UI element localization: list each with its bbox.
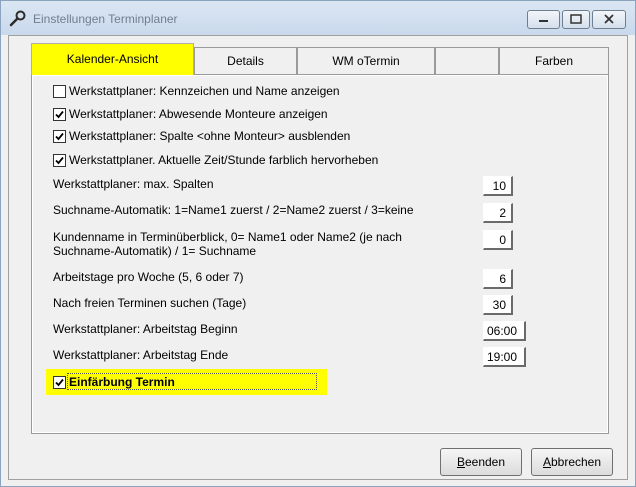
checkbox-row-abwesende[interactable]: Werkstattplaner: Abwesende Monteure anze… (53, 106, 328, 122)
window-title: Einstellungen Terminplaner (33, 12, 178, 26)
arbeitstage-input[interactable]: 6 (483, 269, 513, 289)
maximize-icon (570, 14, 582, 24)
kundenname-input[interactable]: 0 (483, 230, 513, 250)
checkbox-row-aktuelle-zeit[interactable]: Werkstattplaner. Aktuelle Zeit/Stunde fa… (53, 152, 378, 168)
wrench-icon (9, 10, 27, 28)
tab-kalender-ansicht[interactable]: Kalender-Ansicht (31, 43, 194, 75)
suchname-automatik-input[interactable]: 2 (483, 203, 513, 223)
tab-farben[interactable]: Farben (499, 47, 609, 74)
checkbox-label: Werkstattplaner: Spalte <ohne Monteur> a… (69, 129, 351, 143)
check-icon (55, 378, 64, 386)
beenden-button[interactable]: Beenden (440, 448, 522, 476)
tab-empty[interactable] (435, 47, 499, 74)
check-icon (55, 156, 64, 164)
minimize-button[interactable] (527, 10, 560, 29)
einfaerbung-label: Einfärbung Termin (69, 375, 175, 389)
beenden-mnemonic: B (456, 455, 465, 469)
aktuelle-zeit-checkbox[interactable] (53, 153, 66, 167)
max-spalten-input[interactable]: 10 (483, 176, 513, 196)
tab-details[interactable]: Details (194, 47, 297, 74)
kundenname-label: Kundenname in Terminüberblick, 0= Name1 … (53, 230, 402, 258)
check-icon (55, 110, 64, 118)
suchname-automatik-label: Suchname-Automatik: 1=Name1 zuerst / 2=N… (53, 203, 414, 217)
arbeitstag-beginn-label: Werkstattplaner: Arbeitstag Beginn (53, 322, 238, 336)
check-icon (55, 132, 64, 140)
arbeitstag-ende-label: Werkstattplaner: Arbeitstag Ende (53, 348, 229, 362)
ohne-monteur-checkbox[interactable] (53, 129, 66, 143)
checkbox-row-einfaerbung[interactable]: Einfärbung Termin (53, 374, 175, 390)
checkbox-label: Werkstattplaner: Abwesende Monteure anze… (69, 107, 328, 121)
einfaerbung-checkbox[interactable] (53, 375, 66, 389)
arbeitstage-label: Arbeitstage pro Woche (5, 6 oder 7) (53, 270, 244, 284)
arbeitstag-beginn-input[interactable]: 06:00 (483, 321, 526, 341)
max-spalten-label: Werkstattplaner: max. Spalten (53, 177, 214, 191)
abbrechen-mnemonic: A (542, 455, 551, 469)
tab-wm-otermin[interactable]: WM oTermin (297, 47, 435, 74)
checkbox-row-ohne-monteur[interactable]: Werkstattplaner: Spalte <ohne Monteur> a… (53, 128, 350, 144)
close-icon (604, 14, 614, 24)
close-button[interactable] (592, 10, 626, 29)
freie-termine-input[interactable]: 30 (483, 295, 513, 315)
abbrechen-label: bbrechen (550, 455, 602, 469)
beenden-label: eenden (464, 455, 506, 469)
checkbox-row-kennzeichen[interactable]: Werkstattplaner: Kennzeichen und Name an… (53, 83, 340, 99)
minimize-icon (539, 20, 548, 22)
title-bar[interactable]: Einstellungen Terminplaner (1, 1, 635, 35)
abbrechen-button[interactable]: Abbrechen (531, 448, 613, 476)
checkbox-label: Werkstattplaner: Kennzeichen und Name an… (69, 84, 340, 98)
freie-termine-label: Nach freien Terminen suchen (Tage) (53, 296, 247, 310)
kennzeichen-checkbox[interactable] (53, 84, 66, 98)
checkbox-label: Werkstattplaner. Aktuelle Zeit/Stunde fa… (69, 153, 379, 167)
arbeitstag-ende-input[interactable]: 19:00 (483, 347, 526, 367)
abwesende-checkbox[interactable] (53, 107, 66, 121)
maximize-button[interactable] (562, 10, 590, 29)
settings-window: Einstellungen Terminplaner Kalender-Ansi… (0, 0, 636, 487)
